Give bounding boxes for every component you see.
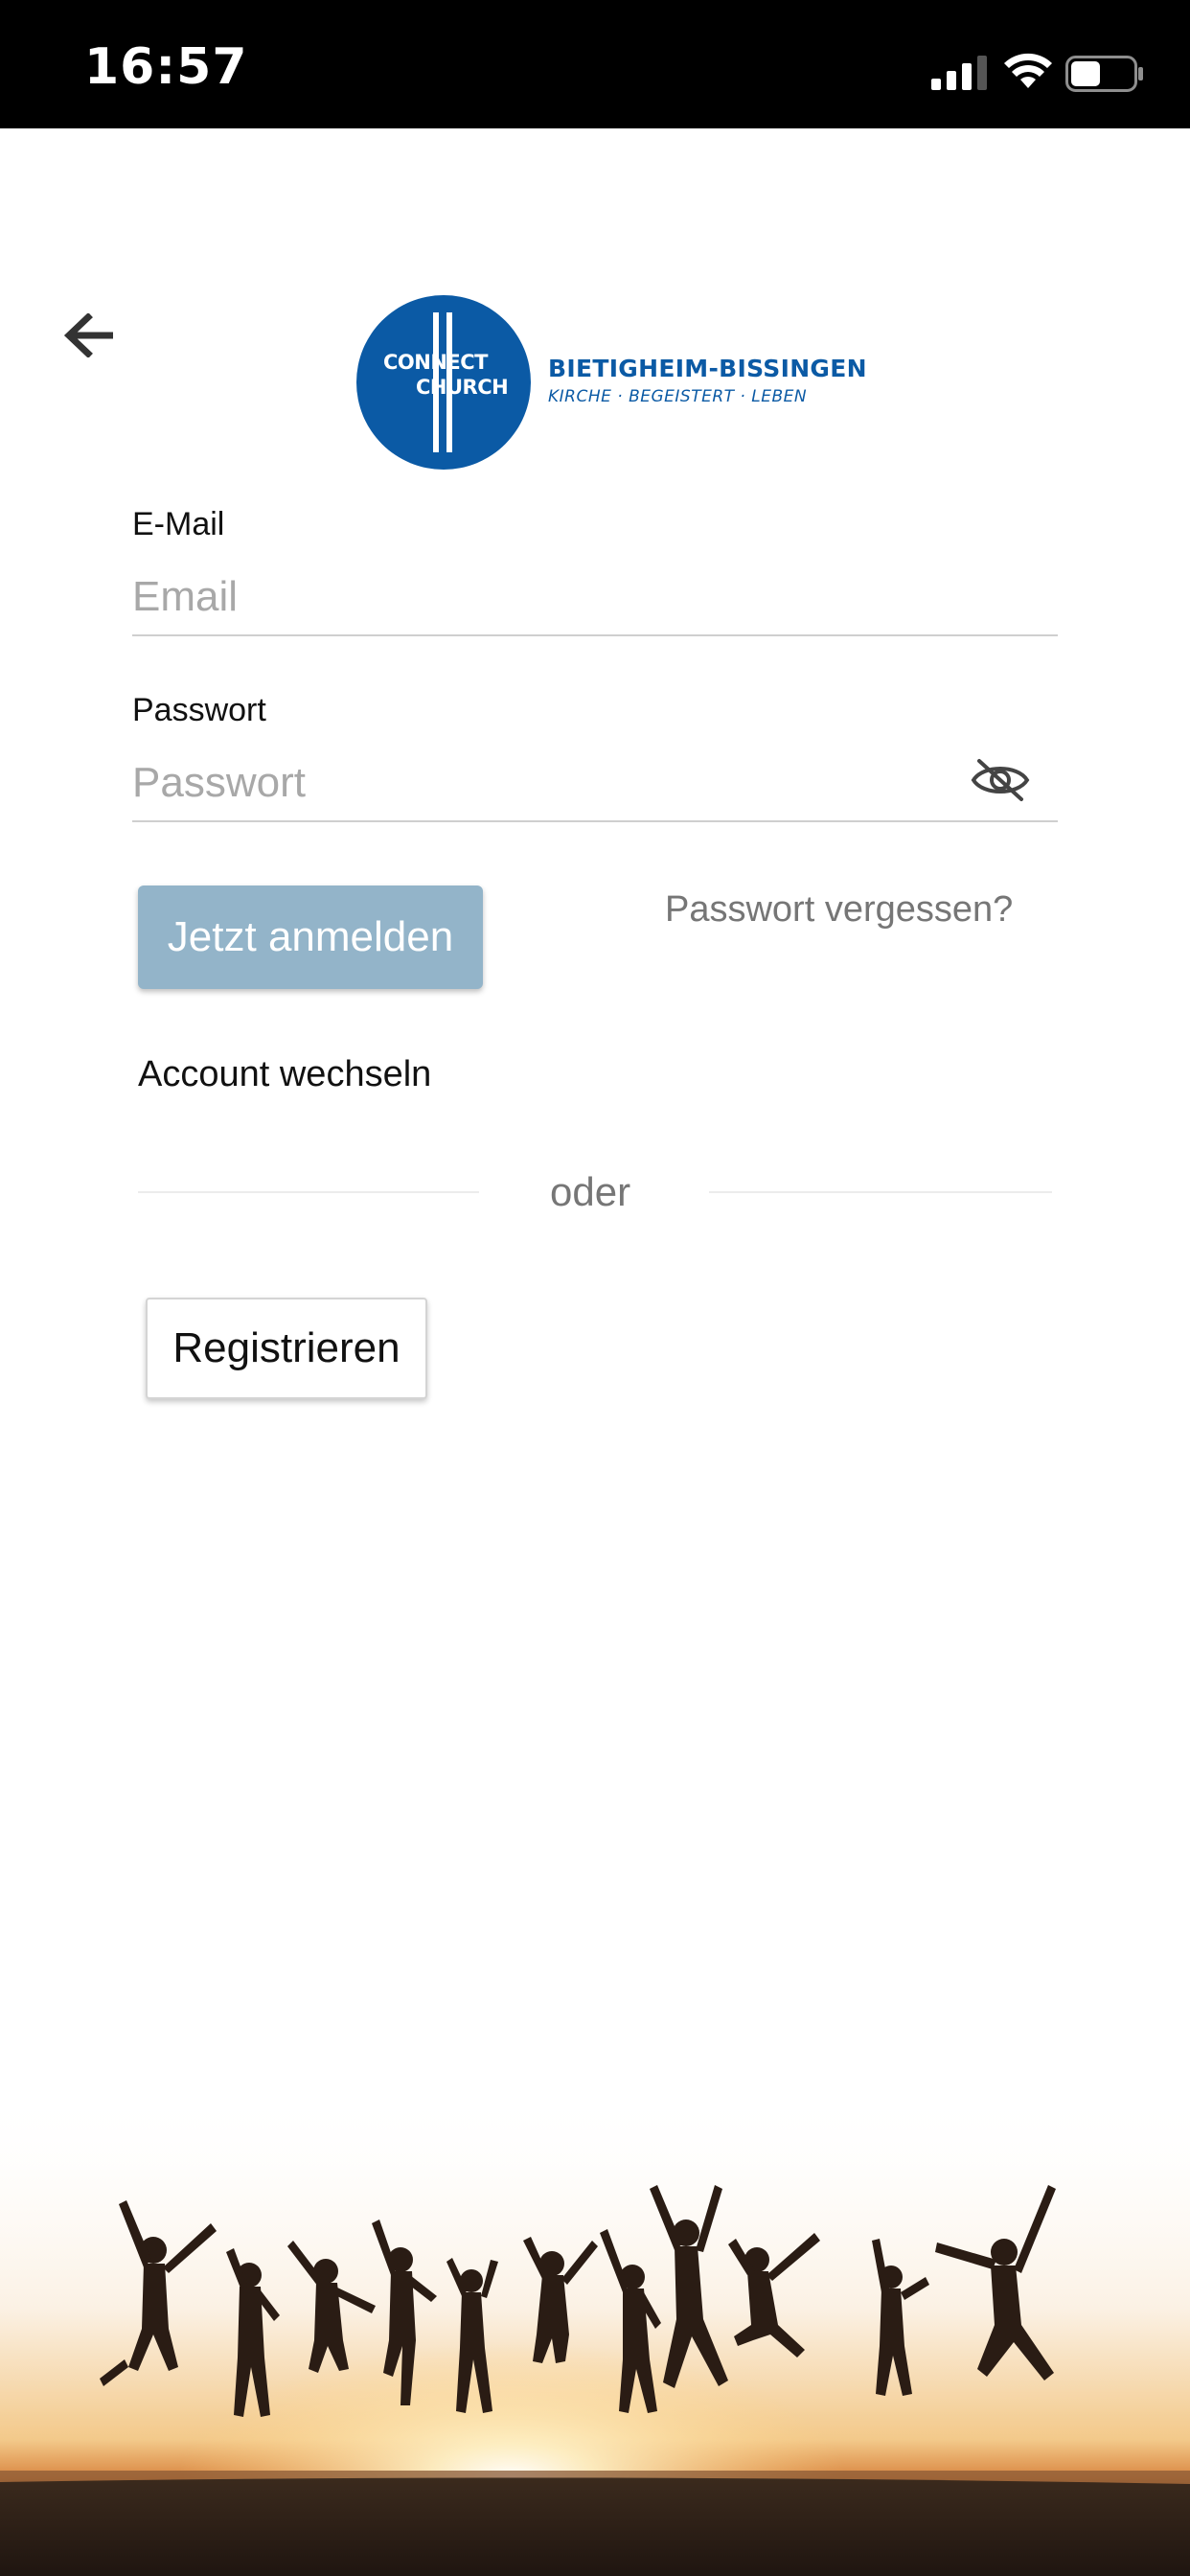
logo-word-connect: CONNECT <box>383 351 489 374</box>
arrow-left-icon <box>63 313 113 357</box>
login-button[interactable]: Jetzt anmelden <box>138 886 483 989</box>
switch-account-link[interactable]: Account wechseln <box>138 1054 431 1095</box>
email-label: E-Mail <box>132 506 225 542</box>
forgot-password-link[interactable]: Passwort vergessen? <box>665 889 1013 931</box>
status-bar: 16:57 <box>0 0 1190 128</box>
divider-line-left <box>138 1191 479 1193</box>
password-label: Passwort <box>132 692 266 728</box>
wifi-icon <box>1004 53 1052 88</box>
back-button[interactable] <box>57 305 119 366</box>
logo-word-church: CHURCH <box>416 376 509 399</box>
password-visibility-toggle[interactable] <box>968 753 1033 807</box>
status-time: 16:57 <box>84 38 248 96</box>
battery-icon <box>1065 56 1143 92</box>
logo-tagline: KIRCHE · BEGEISTERT · LEBEN <box>548 387 808 406</box>
logo-circle: CONNECT CHURCH <box>356 295 531 470</box>
hero-photo <box>0 2089 1190 2576</box>
divider-text: oder <box>550 1169 631 1214</box>
logo-name: BIETIGHEIM-BISSINGEN <box>548 355 867 382</box>
email-field[interactable] <box>132 560 1058 636</box>
church-logo: CONNECT CHURCH BIETIGHEIM-BISSINGEN KIRC… <box>356 293 867 472</box>
divider-line-right <box>709 1191 1052 1193</box>
eye-slash-icon <box>971 759 1030 801</box>
password-field[interactable] <box>132 746 1058 822</box>
signal-icon <box>931 56 987 90</box>
register-button[interactable]: Registrieren <box>146 1298 427 1399</box>
